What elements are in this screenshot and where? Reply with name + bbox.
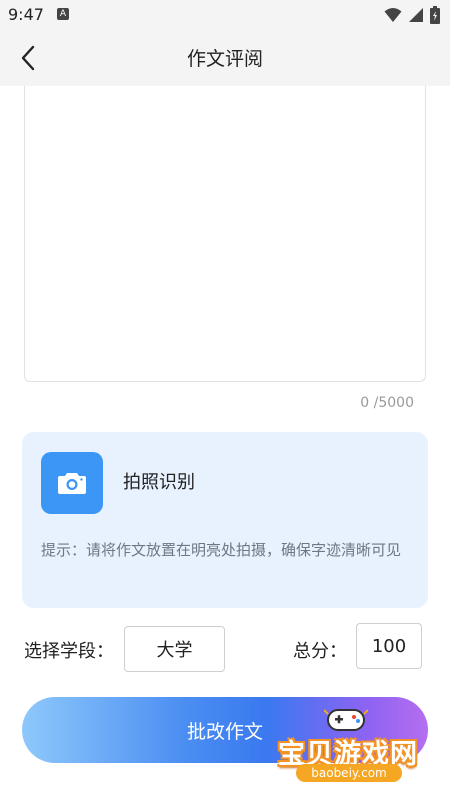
grade-select[interactable]: 大学 (124, 626, 225, 672)
grade-label: 选择学段： (24, 641, 114, 662)
photo-recognition-label[interactable]: 拍照识别 (123, 468, 195, 494)
status-time: 9:47 (8, 5, 44, 24)
status-icons (384, 6, 440, 24)
battery-icon (430, 6, 440, 24)
watermark-url: baobeiy.com (296, 764, 402, 782)
photo-recognition-card: 拍照识别 提示：请将作文放置在明亮处拍摄，确保字迹清晰可见 (22, 432, 428, 608)
photo-tip-text: 提示：请将作文放置在明亮处拍摄，确保字迹清晰可见 (41, 541, 402, 559)
page-title: 作文评阅 (186, 48, 263, 70)
wifi-icon (384, 8, 402, 22)
app-bar: 作文评阅 (0, 30, 450, 86)
total-score-input[interactable] (356, 623, 422, 669)
camera-button[interactable] (41, 452, 103, 514)
total-score-label: 总分： (293, 641, 347, 662)
essay-textarea[interactable] (24, 86, 426, 382)
camera-icon (58, 473, 86, 494)
signal-icon (409, 8, 423, 22)
char-count: 0 /5000 (360, 395, 414, 411)
status-bar: 9:47 A (0, 0, 450, 30)
grade-essay-button[interactable]: 批改作文 (22, 697, 428, 763)
notification-icon: A (57, 8, 69, 20)
